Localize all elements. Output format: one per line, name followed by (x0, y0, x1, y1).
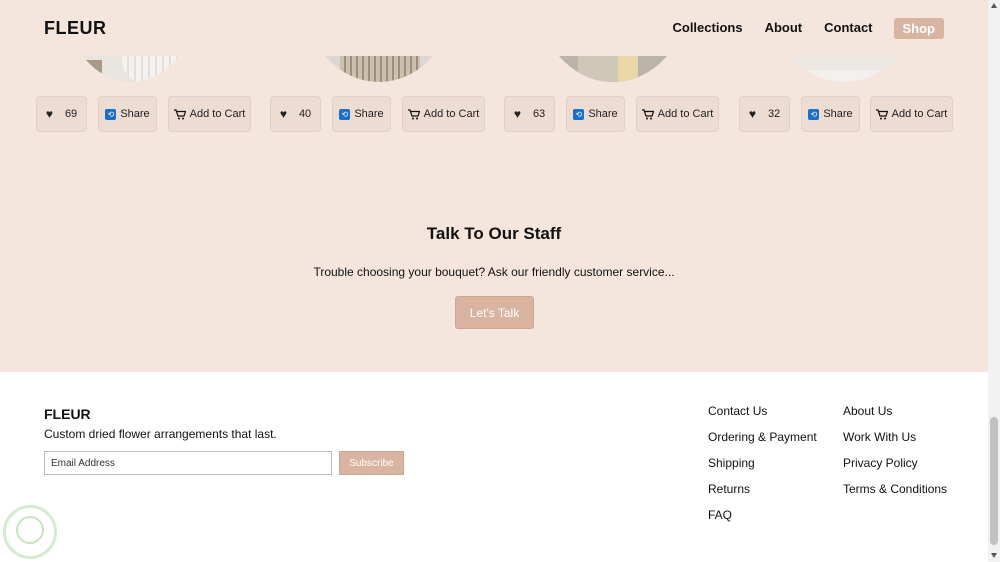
share-label: Share (354, 108, 384, 120)
nav-collections[interactable]: Collections (672, 17, 742, 39)
share-button[interactable]: ⟲ Share (566, 96, 625, 132)
footer-link-ordering-payment[interactable]: Ordering & Payment (708, 430, 817, 456)
add-to-cart-button[interactable]: Add to Cart (870, 96, 953, 132)
footer-links-col-1: Contact Us Ordering & Payment Shipping R… (708, 404, 817, 534)
footer-link-about-us[interactable]: About Us (843, 404, 947, 430)
nav-about[interactable]: About (765, 17, 803, 39)
lets-talk-button[interactable]: Let's Talk (455, 296, 534, 329)
footer-link-faq[interactable]: FAQ (708, 508, 817, 534)
cart-icon (173, 108, 186, 119)
footer-link-work-with-us[interactable]: Work With Us (843, 430, 947, 456)
email-field[interactable] (44, 451, 332, 475)
share-label: Share (588, 108, 618, 120)
share-icon: ⟲ (573, 108, 585, 120)
footer-tagline: Custom dried flower arrangements that la… (44, 427, 277, 441)
add-to-cart-button[interactable]: Add to Cart (402, 96, 485, 132)
like-button[interactable]: ♥ 40 (270, 96, 321, 132)
scroll-up-arrow-icon[interactable] (991, 3, 997, 8)
footer-link-returns[interactable]: Returns (708, 482, 817, 508)
watermark-logo-icon (3, 505, 57, 559)
subscribe-button[interactable]: Subscribe (339, 451, 404, 475)
share-icon: ⟲ (339, 108, 351, 120)
heart-icon: ♥ (748, 107, 756, 121)
like-button[interactable]: ♥ 69 (36, 96, 87, 132)
heart-icon: ♥ (513, 107, 521, 121)
footer-link-contact-us[interactable]: Contact Us (708, 404, 817, 430)
site-header: FLEUR Collections About Contact Shop (0, 0, 988, 56)
cart-label: Add to Cart (423, 108, 480, 120)
like-button[interactable]: ♥ 63 (504, 96, 555, 132)
footer-logo: FLEUR (44, 406, 91, 422)
cart-label: Add to Cart (657, 108, 714, 120)
share-button[interactable]: ⟲ Share (801, 96, 860, 132)
talk-section-text: Trouble choosing your bouquet? Ask our f… (313, 265, 675, 279)
like-count: 40 (298, 108, 312, 120)
footer-link-privacy-policy[interactable]: Privacy Policy (843, 456, 947, 482)
cart-icon (641, 108, 654, 119)
product-actions-3: ♥ 63 ⟲ Share Add to Cart (504, 96, 719, 132)
like-count: 32 (767, 108, 781, 120)
footer-links-col-2: About Us Work With Us Privacy Policy Ter… (843, 404, 947, 508)
heart-icon: ♥ (45, 107, 53, 121)
page: FLEUR Collections About Contact Shop ♥ 69… (0, 0, 988, 562)
share-label: Share (823, 108, 853, 120)
product-actions-4: ♥ 32 ⟲ Share Add to Cart (739, 96, 953, 132)
page-scrollbar[interactable] (988, 0, 1000, 562)
product-actions-1: ♥ 69 ⟲ Share Add to Cart (36, 96, 251, 132)
add-to-cart-button[interactable]: Add to Cart (168, 96, 251, 132)
site-logo[interactable]: FLEUR (44, 18, 107, 39)
add-to-cart-button[interactable]: Add to Cart (636, 96, 719, 132)
nav-shop-button[interactable]: Shop (893, 17, 944, 39)
cart-label: Add to Cart (891, 108, 948, 120)
scroll-down-arrow-icon[interactable] (991, 553, 997, 558)
scrollbar-thumb[interactable] (990, 417, 998, 545)
footer-link-shipping[interactable]: Shipping (708, 456, 817, 482)
share-button[interactable]: ⟲ Share (332, 96, 391, 132)
share-icon: ⟲ (808, 108, 820, 120)
footer-link-terms-conditions[interactable]: Terms & Conditions (843, 482, 947, 508)
main-nav: Collections About Contact Shop (650, 17, 944, 39)
cart-icon (875, 108, 888, 119)
cart-icon (407, 108, 420, 119)
share-button[interactable]: ⟲ Share (98, 96, 157, 132)
share-icon: ⟲ (105, 108, 117, 120)
cart-label: Add to Cart (189, 108, 246, 120)
product-actions-2: ♥ 40 ⟲ Share Add to Cart (270, 96, 485, 132)
share-label: Share (120, 108, 150, 120)
like-count: 63 (532, 108, 546, 120)
talk-section-title: Talk To Our Staff (426, 224, 562, 243)
like-button[interactable]: ♥ 32 (739, 96, 790, 132)
heart-icon: ♥ (279, 107, 287, 121)
nav-contact[interactable]: Contact (824, 17, 872, 39)
like-count: 69 (64, 108, 78, 120)
